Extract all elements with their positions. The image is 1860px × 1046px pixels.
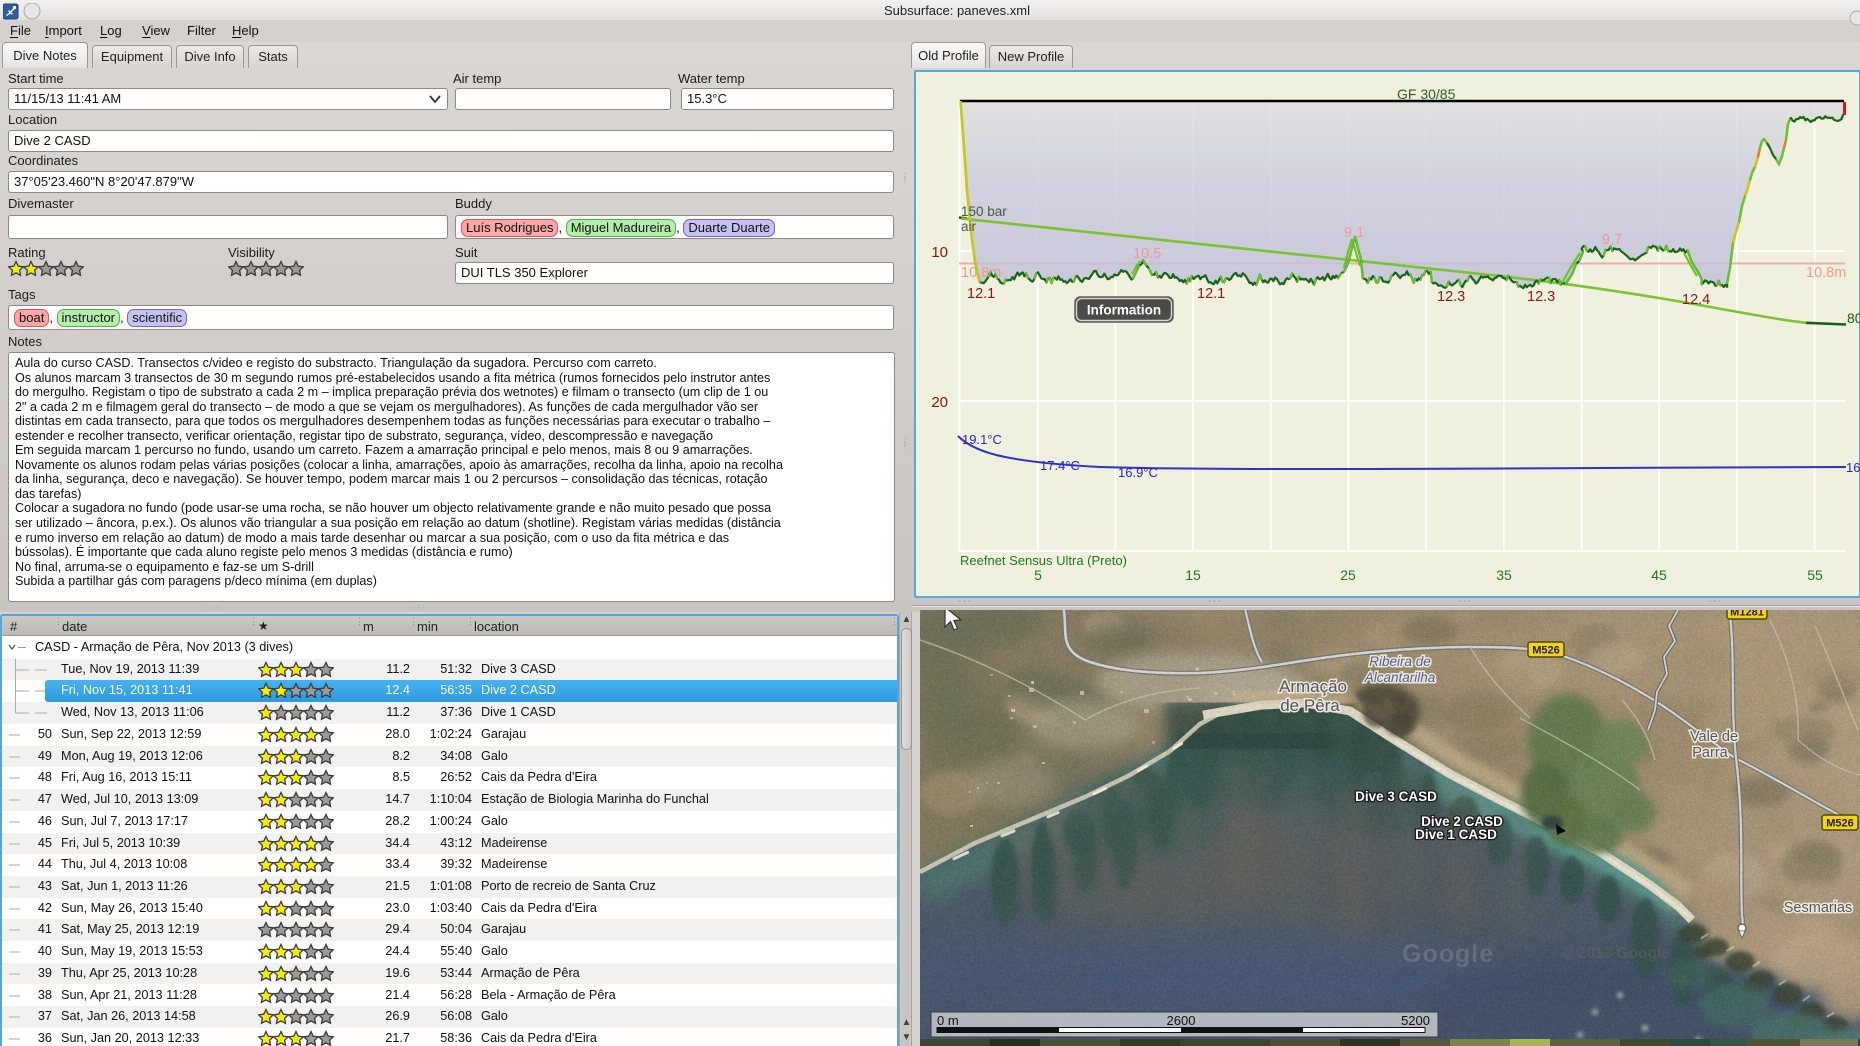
svg-text:12.3: 12.3 [1527, 289, 1555, 305]
svg-text:12.1: 12.1 [967, 286, 995, 302]
svg-text:9.7: 9.7 [1602, 232, 1622, 248]
svg-text:Parra: Parra [1692, 745, 1728, 761]
svg-text:55: 55 [1807, 567, 1823, 583]
svg-text:0 m: 0 m [937, 1013, 959, 1028]
svg-text:80: 80 [1847, 310, 1860, 326]
svg-text:12.4: 12.4 [1682, 292, 1710, 308]
svg-text:M526: M526 [1532, 645, 1560, 657]
svg-text:Armação: Armação [1279, 677, 1347, 696]
svg-text:15: 15 [1185, 567, 1201, 583]
svg-text:Ribeira de: Ribeira de [1369, 654, 1431, 669]
svg-text:M526: M526 [1826, 818, 1854, 830]
svg-text:16: 16 [1846, 460, 1860, 475]
svg-text:10.8m: 10.8m [961, 265, 1001, 281]
svg-text:9.1: 9.1 [1344, 225, 1364, 241]
svg-text:5: 5 [1034, 567, 1042, 583]
svg-text:Google: Google [1402, 940, 1494, 968]
svg-text:Dive 1 CASD: Dive 1 CASD [1415, 827, 1497, 842]
svg-text:Vale de: Vale de [1690, 729, 1738, 745]
svg-text:5200: 5200 [1401, 1013, 1430, 1028]
svg-text:Alcantarilha: Alcantarilha [1364, 670, 1436, 685]
svg-text:35: 35 [1496, 567, 1512, 583]
svg-text:12.1: 12.1 [1197, 286, 1225, 302]
svg-text:17.4°C: 17.4°C [1040, 458, 1080, 473]
svg-text:air: air [961, 219, 977, 234]
svg-text:150 bar: 150 bar [961, 204, 1007, 219]
svg-text:19.1°C: 19.1°C [962, 432, 1002, 447]
svg-text:Information: Information [1087, 303, 1161, 318]
svg-text:Reefnet Sensus Ultra (Preto): Reefnet Sensus Ultra (Preto) [960, 553, 1127, 568]
svg-text:25: 25 [1340, 567, 1356, 583]
svg-text:45: 45 [1651, 567, 1667, 583]
svg-text:de Pêra: de Pêra [1280, 696, 1340, 715]
svg-text:20: 20 [931, 394, 948, 411]
svg-text:10: 10 [931, 244, 948, 261]
svg-text:2600: 2600 [1167, 1013, 1196, 1028]
svg-text:Dive 3 CASD: Dive 3 CASD [1355, 789, 1437, 804]
svg-text:Sesmarias: Sesmarias [1784, 900, 1853, 916]
svg-text:GF 30/85: GF 30/85 [1397, 86, 1456, 102]
svg-text:10.8m: 10.8m [1806, 265, 1846, 281]
svg-text:© 2013 Google: © 2013 Google [1562, 945, 1670, 962]
svg-text:M1281: M1281 [1730, 610, 1764, 619]
svg-text:16.9°C: 16.9°C [1118, 465, 1158, 480]
svg-text:10.5: 10.5 [1133, 246, 1161, 262]
svg-text:12.3: 12.3 [1437, 289, 1465, 305]
